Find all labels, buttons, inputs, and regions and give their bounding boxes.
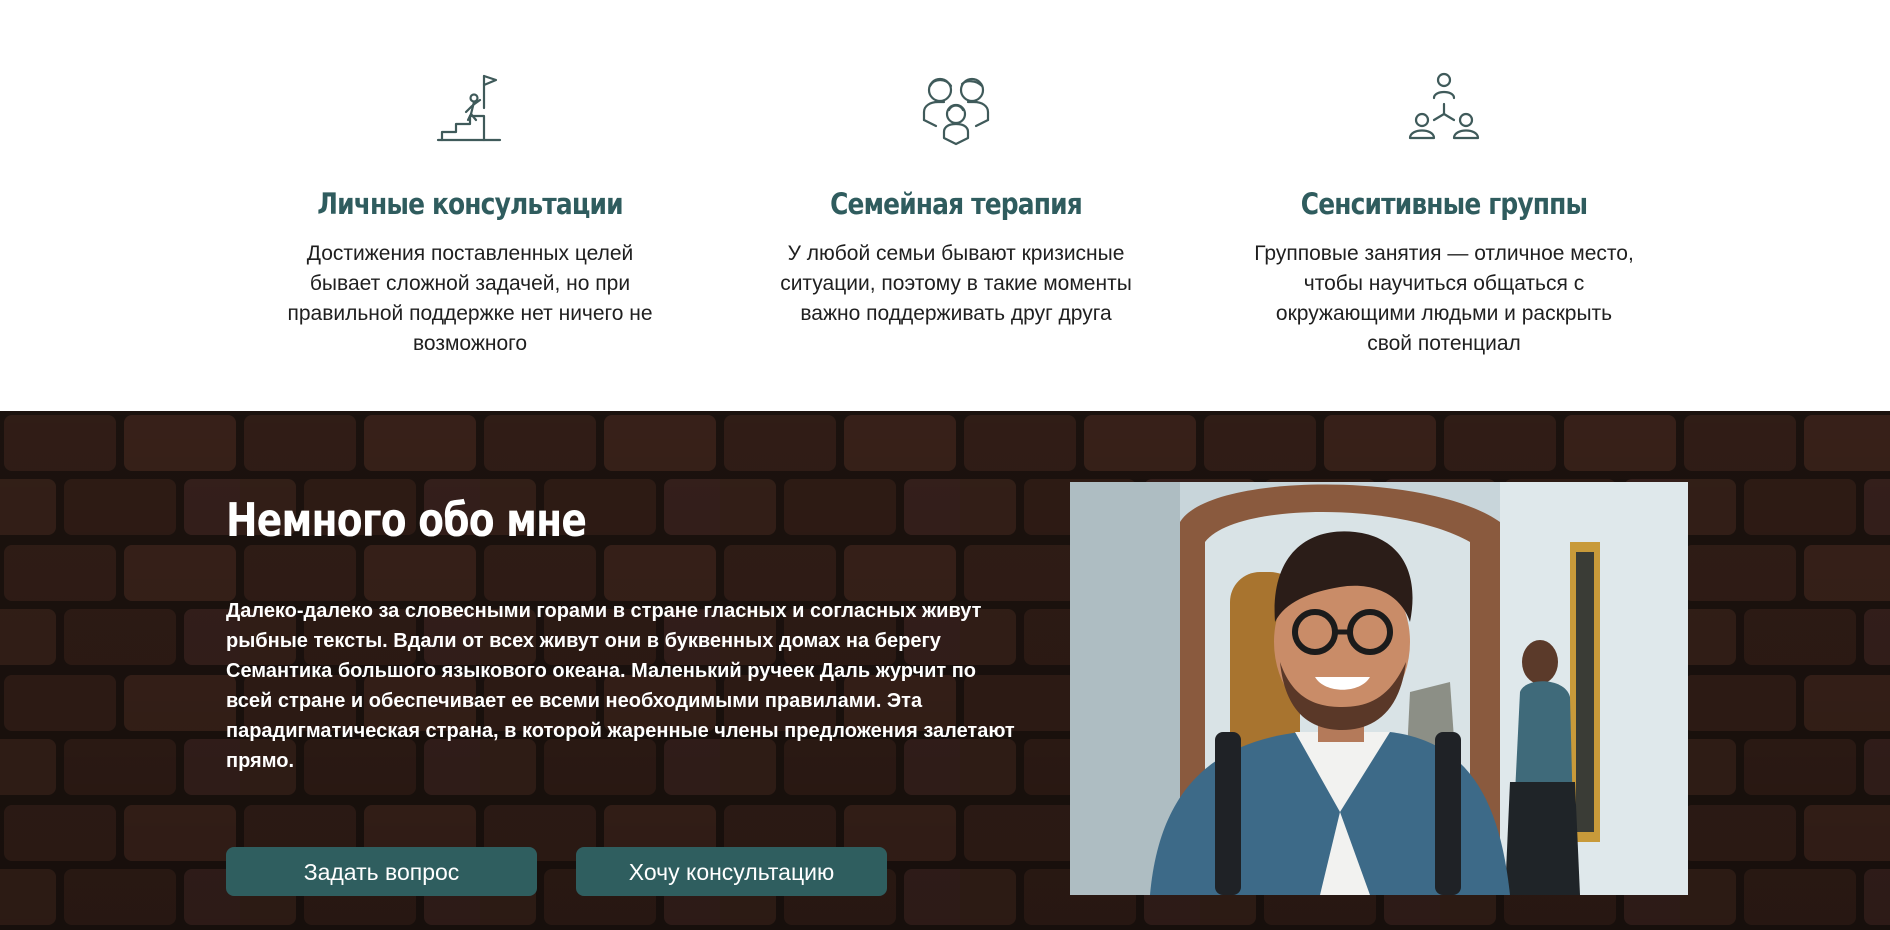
want-consultation-button[interactable]: Хочу консультацию — [576, 847, 887, 896]
service-personal: Личные консультации Достижения поставлен… — [270, 68, 670, 359]
service-title: Личные консультации — [317, 187, 623, 221]
goal-stairs-flag-icon — [436, 74, 502, 142]
service-groups: Сенситивные группы Групповые занятия — о… — [1244, 68, 1644, 359]
service-description: У любой семьи бывают кризисные ситуации,… — [780, 242, 1132, 325]
service-family: Семейная терапия У любой семьи бывают кр… — [756, 68, 1156, 329]
about-text: Далеко-далеко за словесными горами в стр… — [226, 600, 1015, 772]
service-title: Семейная терапия — [830, 187, 1083, 221]
portrait-photo — [1070, 482, 1688, 895]
ask-question-button[interactable]: Задать вопрос — [226, 847, 537, 896]
services-section: Личные консультации Достижения поставлен… — [0, 0, 1890, 411]
service-description: Групповые занятия — отличное место, чтоб… — [1254, 242, 1634, 355]
smiling-man-illustration — [1070, 482, 1688, 895]
about-title: Немного обо мне — [226, 493, 587, 547]
service-description: Достижения поставленных целей бывает сло… — [287, 242, 653, 355]
service-title: Сенситивные группы — [1300, 187, 1588, 221]
group-network-icon — [1408, 72, 1480, 140]
family-icon — [922, 77, 990, 146]
about-section: Немного обо мне Далеко-далеко за словесн… — [0, 411, 1890, 930]
